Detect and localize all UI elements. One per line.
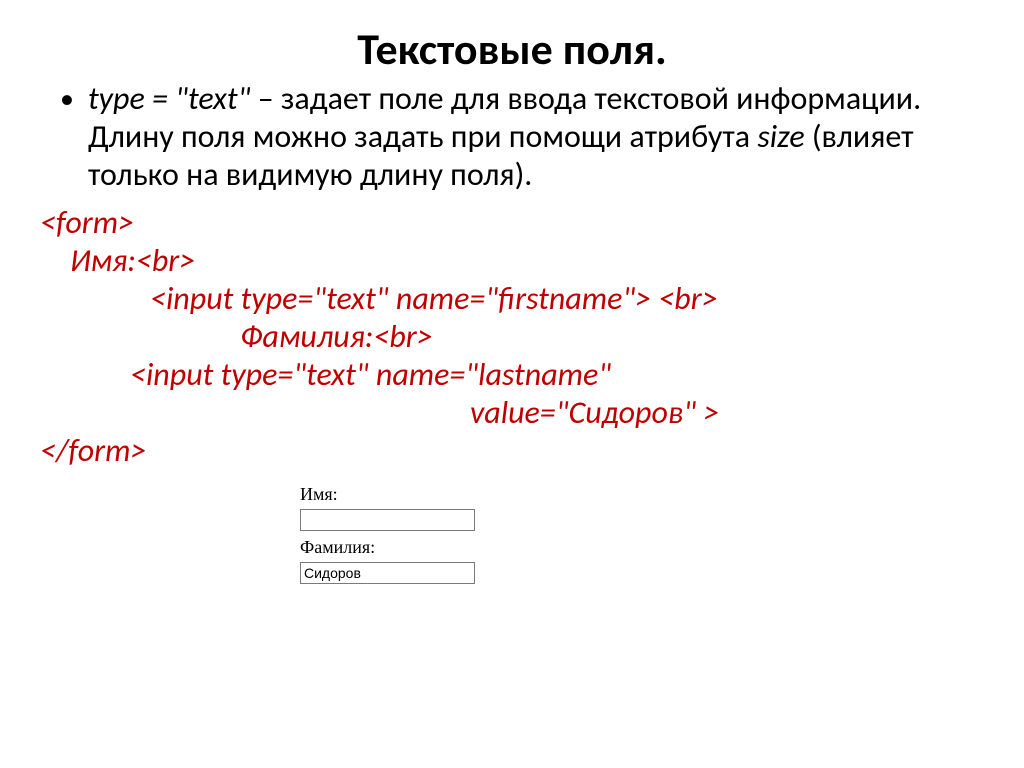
code-line-6: value="Сидоров" > <box>40 394 984 432</box>
lastname-field[interactable] <box>300 562 475 584</box>
code-example: <form> Имя:<br> <input type="text" name=… <box>40 204 984 470</box>
code-line-7: </form> <box>40 432 984 470</box>
firstname-field[interactable] <box>300 509 475 531</box>
code-line-1: <form> <box>40 204 984 242</box>
form-preview: Имя: Фамилия: <box>300 484 984 584</box>
code-line-3: <input type="text" name="firstname"> <br… <box>40 280 984 318</box>
bullet-size-word: size <box>757 117 804 156</box>
firstname-label: Имя: <box>300 484 984 505</box>
bullet-text: type = "text" – задает поле для ввода те… <box>88 80 984 194</box>
lastname-label: Фамилия: <box>300 537 984 558</box>
page-title: Текстовые поля. <box>40 22 984 76</box>
bullet-item: • type = "text" – задает поле для ввода … <box>60 80 984 194</box>
code-line-4: Фамилия:<br> <box>40 318 984 356</box>
slide-content: Текстовые поля. • type = "text" – задает… <box>0 0 1024 584</box>
bullet-lead: type = "text" <box>88 79 251 118</box>
code-line-5: <input type="text" name="lastname" <box>40 356 984 394</box>
code-line-2: Имя:<br> <box>40 242 984 280</box>
bullet-marker: • <box>60 80 74 118</box>
